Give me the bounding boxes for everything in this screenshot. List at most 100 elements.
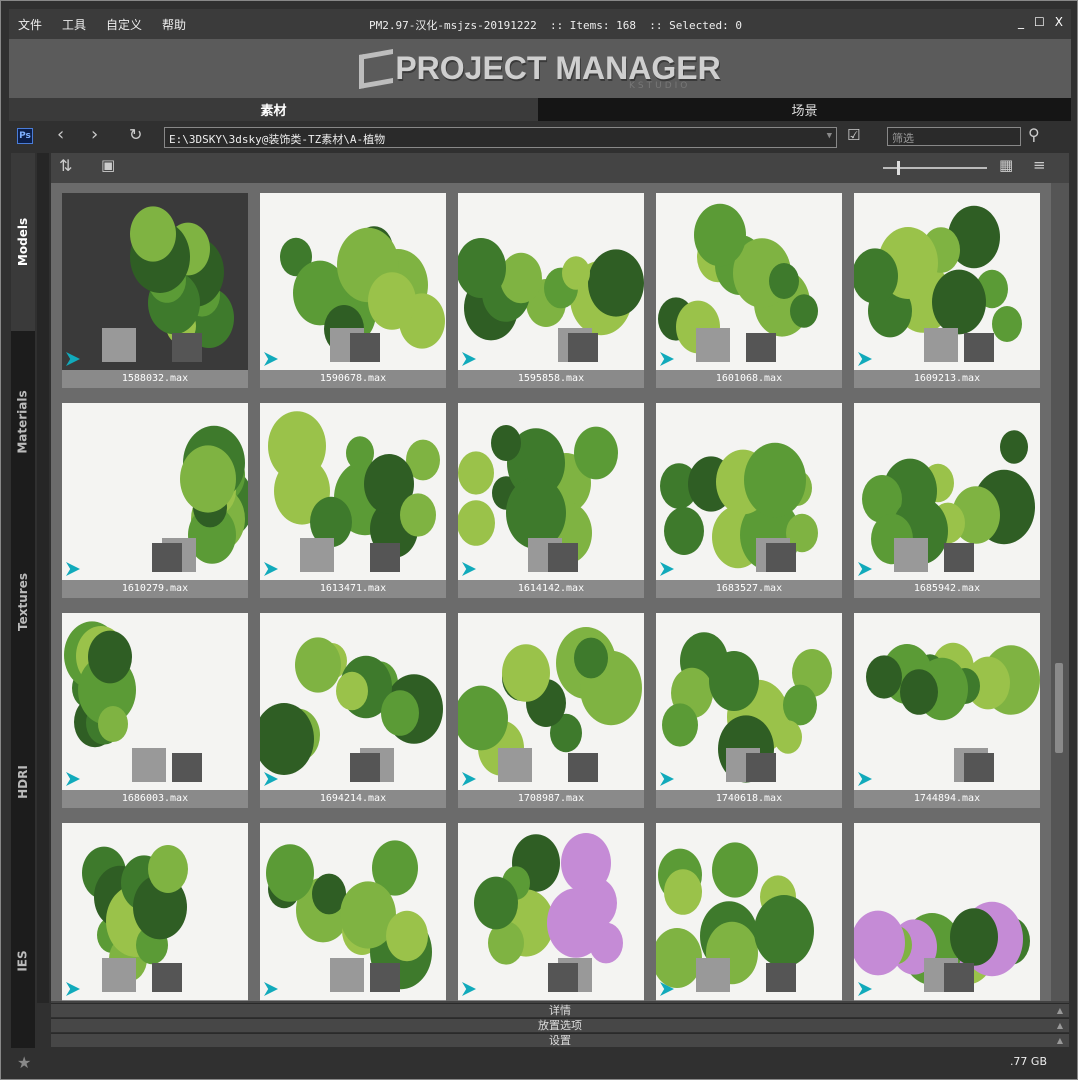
asset-filename: 1708987.max	[517, 793, 585, 804]
asset-filename	[458, 1000, 644, 1001]
asset-thumbnail	[62, 403, 248, 580]
asset-filename: 1590678.max	[319, 373, 387, 384]
sidebar-item-ies[interactable]: IES	[11, 873, 35, 1048]
minimize-button[interactable]: _	[1018, 15, 1024, 29]
asset-filename: 1588032.max	[121, 373, 189, 384]
photoshop-icon[interactable]: Ps	[17, 128, 33, 144]
favorite-star-icon[interactable]: ★	[17, 1053, 31, 1072]
path-field[interactable]: E:\3DSKY\3dsky@装饰类-TZ素材\A-植物 ▼	[164, 127, 837, 148]
menu-file[interactable]: 文件	[18, 16, 42, 33]
category-sidebar: Models Materials Textures HDRI IES	[11, 153, 35, 1048]
back-icon[interactable]: ‹	[57, 124, 64, 145]
asset-browser: ⇅ ▣ ▦ ≡ 1588032.max 1590678.max 1595858.ma…	[51, 153, 1069, 1003]
asset-tile[interactable]: 1610279.max	[62, 403, 248, 598]
thumbnail-grid: 1588032.max 1590678.max 1595858.max 1601068…	[51, 183, 1051, 1001]
asset-tile[interactable]: 1601068.max	[656, 193, 842, 388]
asset-tile[interactable]	[854, 823, 1040, 1001]
asset-thumbnail	[854, 823, 1040, 1000]
asset-thumbnail	[62, 193, 248, 370]
tab-assets[interactable]: 素材	[9, 98, 538, 121]
asset-thumbnail	[656, 193, 842, 370]
scrollbar[interactable]	[1051, 183, 1069, 1001]
asset-tile[interactable]: 1588032.max	[62, 193, 248, 388]
asset-thumbnail	[656, 613, 842, 790]
sidebar-item-materials[interactable]: Materials	[11, 333, 35, 511]
asset-tile[interactable]: 1609213.max	[854, 193, 1040, 388]
browser-toolbar: ⇅ ▣ ▦ ≡	[51, 153, 1069, 183]
filter-placeholder: 筛选	[892, 132, 914, 145]
asset-filename: 1694214.max	[319, 793, 387, 804]
filter-input[interactable]: 筛选	[887, 127, 1021, 146]
sort-icon[interactable]: ≡	[1033, 156, 1046, 174]
asset-thumbnail	[458, 823, 644, 1000]
sidebar-item-models[interactable]: Models	[11, 153, 35, 331]
asset-filename: 1613471.max	[319, 583, 387, 594]
tab-scenes[interactable]: 场景	[538, 98, 1071, 121]
thumbnail-size-slider[interactable]	[883, 161, 987, 175]
asset-tile[interactable]: 1686003.max	[62, 613, 248, 808]
menu-tools[interactable]: 工具	[62, 16, 86, 33]
asset-tile[interactable]	[260, 823, 446, 1001]
filter-toggle-icon[interactable]: ☑	[847, 126, 860, 144]
asset-thumbnail	[260, 613, 446, 790]
asset-filename	[62, 1000, 248, 1001]
asset-tile[interactable]	[458, 823, 644, 1001]
sync-icon[interactable]: ⇅	[59, 156, 72, 175]
asset-tile[interactable]: 1613471.max	[260, 403, 446, 598]
logo-mark-icon	[359, 48, 394, 89]
asset-tile[interactable]: 1744894.max	[854, 613, 1040, 808]
slider-handle[interactable]	[897, 161, 900, 175]
asset-tile[interactable]: 1740618.max	[656, 613, 842, 808]
asset-thumbnail	[62, 613, 248, 790]
asset-filename: 1686003.max	[121, 793, 189, 804]
asset-filename: 1740618.max	[715, 793, 783, 804]
asset-filename	[260, 1000, 446, 1001]
asset-tile[interactable]: 1590678.max	[260, 193, 446, 388]
asset-thumbnail	[656, 823, 842, 1000]
asset-tile[interactable]: 1685942.max	[854, 403, 1040, 598]
asset-tile[interactable]: 1595858.max	[458, 193, 644, 388]
search-icon[interactable]: ⚲	[1028, 125, 1040, 144]
asset-tile[interactable]: 1694214.max	[260, 613, 446, 808]
asset-filename: 1595858.max	[517, 373, 585, 384]
asset-thumbnail	[62, 823, 248, 1000]
asset-thumbnail	[458, 403, 644, 580]
close-button[interactable]: X	[1055, 15, 1063, 29]
sidebar-item-hdri[interactable]: HDRI	[11, 693, 35, 871]
asset-tile[interactable]	[656, 823, 842, 1001]
scrollbar-thumb[interactable]	[1055, 663, 1063, 753]
collapse-handle[interactable]	[37, 153, 49, 1003]
panel-settings[interactable]: 设置 ▲	[51, 1033, 1069, 1047]
path-value: E:\3DSKY\3dsky@装饰类-TZ素材\A-植物	[169, 133, 386, 146]
asset-thumbnail	[458, 613, 644, 790]
asset-thumbnail	[854, 613, 1040, 790]
path-toolbar: Ps ‹ › ↻ E:\3DSKY\3dsky@装饰类-TZ素材\A-植物 ▼ ☑…	[9, 123, 1071, 153]
panel-placement-options[interactable]: 放置选项 ▲	[51, 1018, 1069, 1032]
menu-customize[interactable]: 自定义	[106, 16, 142, 33]
panel-details[interactable]: 详情 ▲	[51, 1003, 1069, 1017]
model-import-icon[interactable]: ▣	[101, 156, 115, 174]
storage-size: .77 GB	[1009, 1055, 1047, 1068]
maximize-button[interactable]: ☐	[1034, 15, 1045, 29]
menu-help[interactable]: 帮助	[162, 16, 186, 33]
asset-filename: 1610279.max	[121, 583, 189, 594]
asset-thumbnail	[260, 193, 446, 370]
asset-tile[interactable]: 1683527.max	[656, 403, 842, 598]
window-title: PM2.97-汉化-msjzs-20191222 :: Items: 168 :…	[369, 19, 742, 32]
asset-tile[interactable]: 1708987.max	[458, 613, 644, 808]
logo-subtext: KSTUDIO	[629, 81, 691, 91]
asset-filename: 1614142.max	[517, 583, 585, 594]
asset-thumbnail	[854, 193, 1040, 370]
asset-filename: 1744894.max	[913, 793, 981, 804]
sidebar-item-textures[interactable]: Textures	[11, 513, 35, 691]
asset-tile[interactable]: 1614142.max	[458, 403, 644, 598]
grid-view-icon[interactable]: ▦	[999, 156, 1013, 174]
asset-thumbnail	[260, 823, 446, 1000]
status-bar: ★ .77 GB	[9, 1049, 1071, 1077]
asset-tile[interactable]	[62, 823, 248, 1001]
app-window: 文件 工具 自定义 帮助 PM2.97-汉化-msjzs-20191222 ::…	[0, 0, 1078, 1080]
forward-icon[interactable]: ›	[91, 124, 98, 145]
asset-thumbnail	[854, 403, 1040, 580]
chevron-down-icon[interactable]: ▼	[827, 131, 832, 141]
refresh-icon[interactable]: ↻	[129, 125, 142, 144]
